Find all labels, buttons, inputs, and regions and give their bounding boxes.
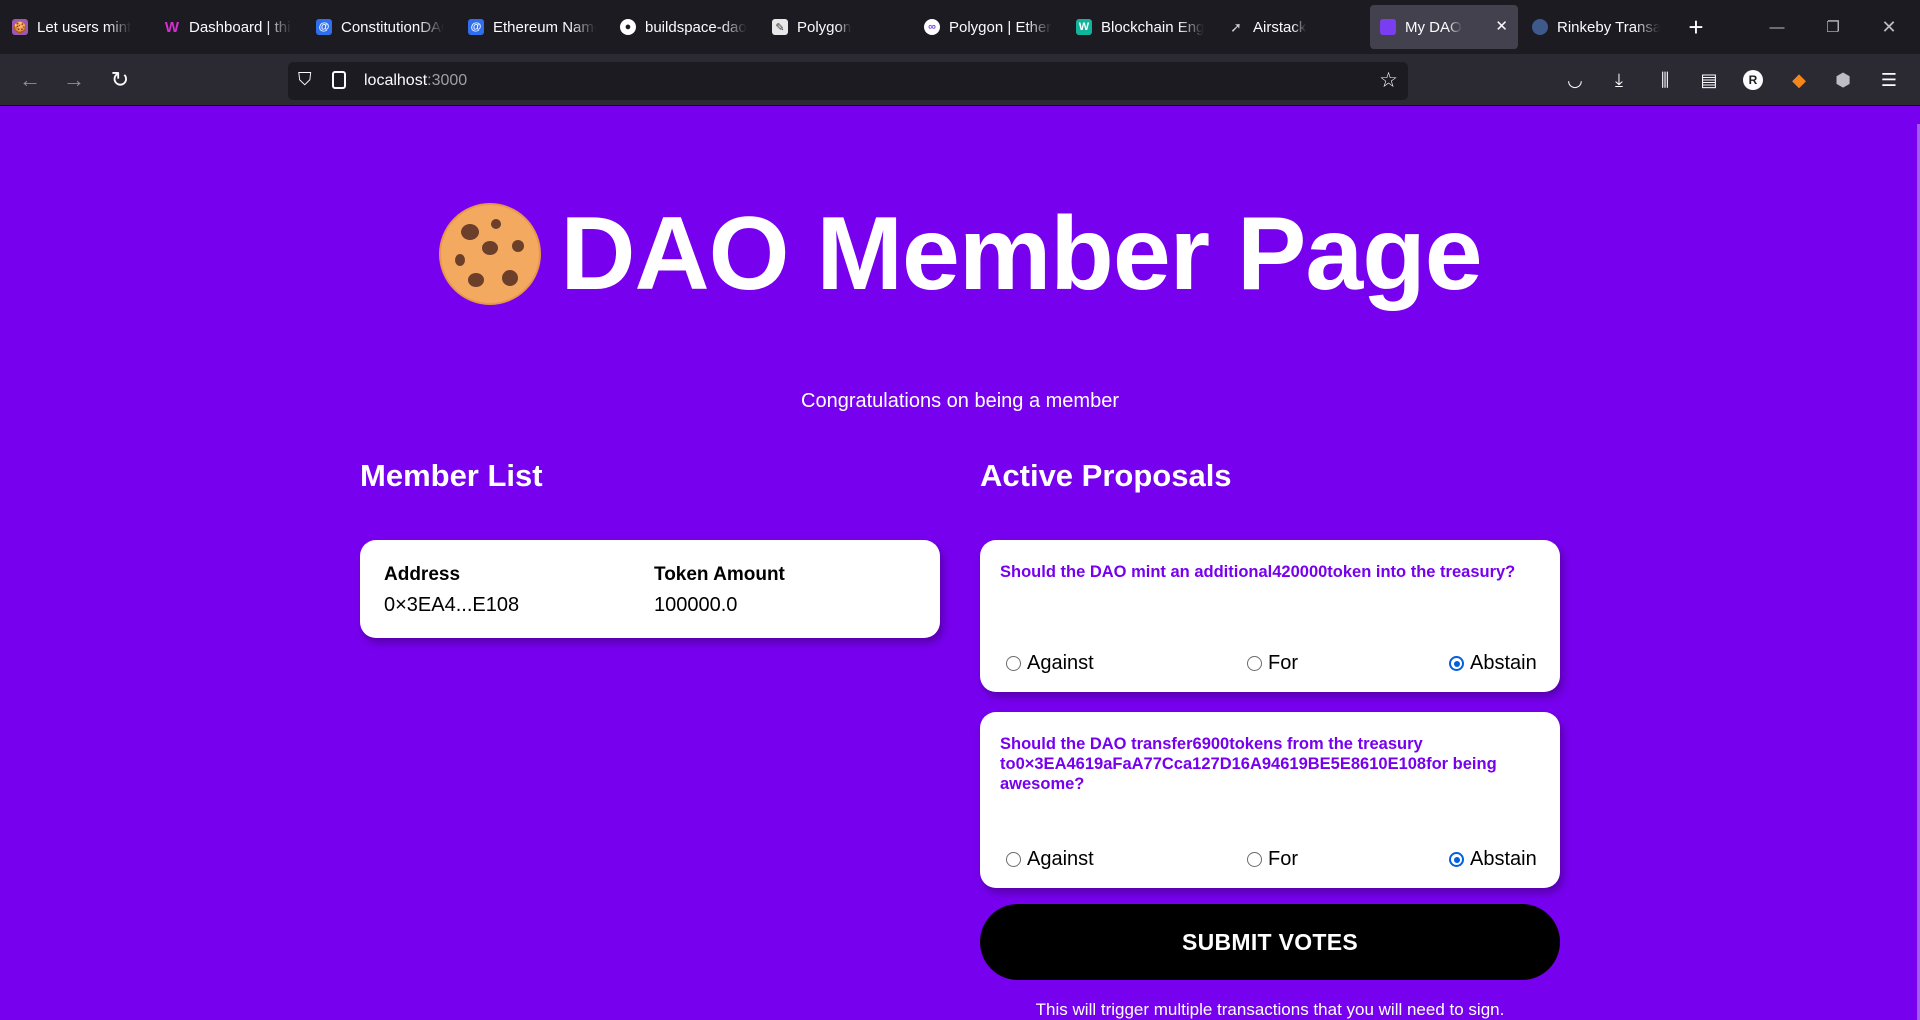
token-amount-header: Token Amount: [654, 564, 785, 585]
transaction-hint-text: This will trigger multiple transactions …: [1035, 1000, 1505, 1019]
hamburger-menu-icon[interactable]: ☰: [1876, 67, 1902, 93]
blockchain-icon: W: [1076, 19, 1092, 35]
ens-icon: @: [468, 19, 484, 35]
submit-votes-button[interactable]: SUBMIT VOTES: [980, 904, 1560, 980]
constitution-icon: @: [316, 19, 332, 35]
unicorn-cookie-icon: 🍪: [12, 19, 28, 35]
tab-9[interactable]: My DAO ✕: [1370, 5, 1518, 49]
tab-label: Let users mint: [37, 18, 132, 36]
tab-6[interactable]: ∞ Polygon | Ethereum: [914, 5, 1062, 49]
vote-label: Abstain: [1470, 848, 1537, 870]
tab-label: Polygon: [797, 18, 852, 36]
tab-4[interactable]: ● buildspace-dao: [610, 5, 758, 49]
window-close-icon[interactable]: ✕: [1866, 0, 1912, 54]
polygon-doc-icon: ✎: [772, 19, 788, 35]
tab-label: Airstack: [1253, 18, 1307, 36]
url-text[interactable]: localhost:3000: [364, 72, 467, 90]
tab-label: Polygon | Ethereum: [949, 18, 1052, 36]
reload-icon[interactable]: ↻: [103, 63, 137, 97]
library-icon[interactable]: ⫼: [1652, 67, 1678, 93]
airstack-icon: ➚: [1230, 18, 1242, 35]
github-icon: ●: [620, 19, 636, 35]
polygon-icon: ∞: [924, 19, 940, 35]
member-token-amount: 100000.0: [654, 594, 738, 616]
proposal-question: Should the DAO mint an additional420000t…: [1000, 563, 1516, 581]
vote-for-option[interactable]: For: [1247, 848, 1298, 871]
tab-label: ConstitutionDAO: [341, 18, 444, 36]
tab-0[interactable]: 🍪 Let users mint: [2, 5, 150, 49]
pocket-icon[interactable]: ◡: [1562, 67, 1588, 93]
member-congrats-text: Congratulations on being a member: [801, 390, 1119, 412]
tab-label: Blockchain Engineer: [1101, 18, 1204, 36]
vote-label: Against: [1027, 848, 1094, 870]
vote-label: Against: [1027, 652, 1094, 674]
radio-against[interactable]: [1006, 656, 1021, 671]
active-proposals-heading: Active Proposals: [980, 458, 1232, 493]
address-column: Address 0×3EA4...E108: [384, 564, 519, 617]
vote-for-option[interactable]: For: [1247, 652, 1298, 675]
minimize-icon[interactable]: —: [1754, 0, 1800, 54]
url-host: localhost: [364, 72, 428, 89]
restore-icon[interactable]: ❐: [1810, 0, 1856, 54]
download-icon[interactable]: ⤓: [1606, 67, 1632, 93]
vote-label: For: [1268, 652, 1298, 674]
page-title: DAO Member Page: [560, 195, 1482, 312]
proposal-card: Should the DAO mint an additional420000t…: [980, 540, 1560, 692]
tab-7[interactable]: W Blockchain Engineer: [1066, 5, 1214, 49]
radio-abstain[interactable]: [1449, 656, 1464, 671]
tab-label: Ethereum Name Service: [493, 18, 596, 36]
cookie-icon: [439, 203, 542, 305]
tab-8[interactable]: ➚ Airstack: [1218, 5, 1366, 49]
sidebar-icon[interactable]: ▤: [1696, 67, 1722, 93]
member-list-heading: Member List: [360, 458, 543, 493]
vote-abstain-option[interactable]: Abstain: [1449, 652, 1537, 675]
page-info-icon[interactable]: [332, 71, 346, 89]
radio-for[interactable]: [1247, 852, 1262, 867]
vote-label: Abstain: [1470, 652, 1537, 674]
dao-icon: [1380, 19, 1396, 35]
browser-tab-bar: 🍪 Let users mint W Dashboard | thirdweb @ C…: [0, 0, 1920, 54]
proposal-card: Should the DAO transfer6900tokens from t…: [980, 712, 1560, 888]
member-address: 0×3EA4...E108: [384, 594, 520, 616]
token-amount-column: Token Amount 100000.0: [654, 564, 785, 617]
tab-label: buildspace-dao: [645, 18, 747, 36]
bookmark-star-icon[interactable]: ☆: [1379, 68, 1398, 93]
tab-label: Dashboard | thirdweb: [189, 18, 292, 36]
tab-3[interactable]: @ Ethereum Name Service: [458, 5, 606, 49]
tab-2[interactable]: @ ConstitutionDAO: [306, 5, 454, 49]
extension-cube-icon[interactable]: ⬢: [1830, 67, 1856, 93]
vote-label: For: [1268, 848, 1298, 870]
proposal-question: Should the DAO transfer6900tokens from t…: [1000, 735, 1497, 793]
member-table: Address 0×3EA4...E108 Token Amount 10000…: [360, 540, 940, 638]
dao-page: DAO Member Page Congratulations on being…: [0, 106, 1920, 1020]
close-tab-icon[interactable]: ✕: [1495, 17, 1508, 35]
new-tab-button[interactable]: +: [1676, 7, 1716, 47]
page-header: DAO Member Page: [0, 184, 1920, 324]
tab-label: Rinkeby Transaction: [1557, 18, 1660, 36]
forward-arrow-icon[interactable]: →: [57, 63, 91, 97]
tab-5[interactable]: ✎ Polygon: [762, 5, 910, 49]
tab-label: My DAO: [1405, 18, 1462, 36]
url-port: :3000: [427, 72, 468, 89]
tab-10[interactable]: Rinkeby Transaction: [1522, 5, 1670, 49]
vote-against-option[interactable]: Against: [1006, 848, 1094, 871]
radio-abstain[interactable]: [1449, 852, 1464, 867]
url-bar[interactable]: ⛉ localhost:3000 ☆: [288, 62, 1408, 100]
vote-abstain-option[interactable]: Abstain: [1449, 848, 1537, 871]
navigation-bar: ← → ↻ ⛉ localhost:3000 ☆ ◡ ⤓ ⫼ ▤ R ◆ ⬢ ☰: [0, 54, 1920, 106]
radio-against[interactable]: [1006, 852, 1021, 867]
tab-1[interactable]: W Dashboard | thirdweb: [154, 5, 302, 49]
vote-against-option[interactable]: Against: [1006, 652, 1094, 675]
radio-for[interactable]: [1247, 656, 1262, 671]
thirdweb-icon: W: [164, 18, 180, 36]
metamask-fox-icon[interactable]: ◆: [1786, 67, 1812, 93]
address-header: Address: [384, 564, 461, 585]
profile-avatar-icon[interactable]: R: [1740, 67, 1766, 93]
back-arrow-icon[interactable]: ←: [13, 63, 47, 97]
etherscan-icon: [1532, 19, 1548, 35]
shield-icon[interactable]: ⛉: [298, 69, 312, 90]
